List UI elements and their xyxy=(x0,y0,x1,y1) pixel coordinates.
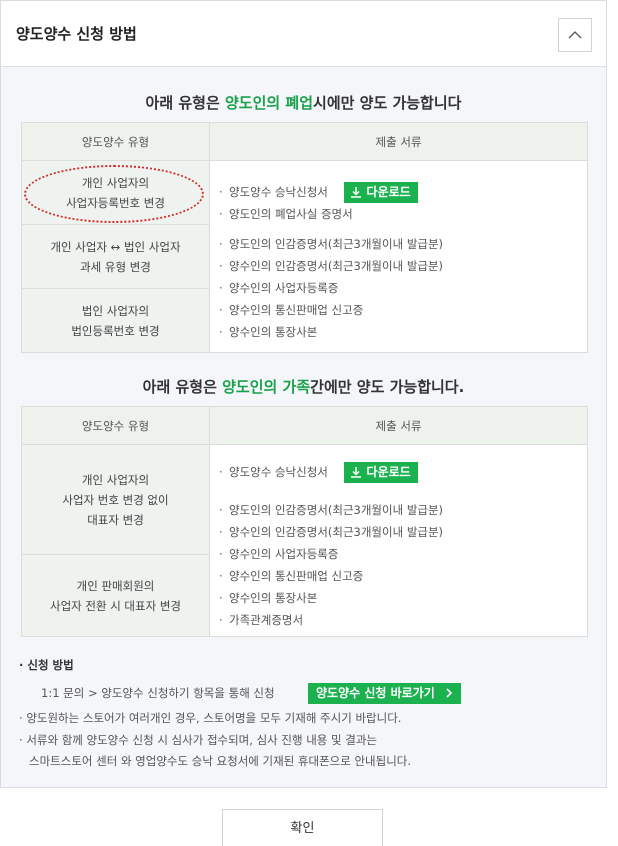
note-review-line2: 스마트스토어 센터 와 영업양수도 승낙 요청서에 기재된 휴대폰으로 안내됩니… xyxy=(29,754,412,768)
type-cell: 개인 사업자의 사업자 번호 변경 없이 대표자 변경 xyxy=(21,444,210,555)
download-icon xyxy=(350,466,361,478)
docs-cell: · 양도양수 승낙신청서 다운로드 · 양도인의 폐업사실 증명서 · 양도인의 인감… xyxy=(209,160,588,353)
application-panel: 양도양수 신청 방법 아래 유형은 양도인의 폐업시에만 양도 가능합니다 양도… xyxy=(0,0,607,788)
annotation-circle xyxy=(24,165,204,223)
section2-title-highlight: 양도인의 가족 xyxy=(222,378,311,396)
doc-item: · 양도인의 인감증명서(최근3개월이내 발급분) xyxy=(219,236,444,251)
doc-item: · 양도인의 인감증명서(최근3개월이내 발급분) xyxy=(219,502,444,517)
panel-header: 양도양수 신청 방법 xyxy=(1,1,606,67)
doc-item: · 양도인의 폐업사실 증명서 xyxy=(219,206,353,221)
column-header-docs: 제출 서류 xyxy=(209,122,588,161)
type-cell: 개인 사업자의 사업자등록번호 변경 xyxy=(21,160,210,225)
column-header-docs: 제출 서류 xyxy=(209,406,588,445)
section1-table: 양도양수 유형 제출 서류 개인 사업자의 사업자등록번호 변경 · 양도양수 승… xyxy=(21,122,588,353)
shortcut-button[interactable]: 양도양수 신청 바로가기 xyxy=(308,683,461,704)
doc-item: · 양수인의 통장사본 xyxy=(219,324,318,339)
method-path: 1:1 문의 > 양도양수 신청하기 항목을 통해 신청 xyxy=(41,686,275,700)
doc-item: · 가족관계증명서 xyxy=(219,612,304,627)
download-icon xyxy=(350,186,361,198)
section1-title: 아래 유형은 양도인의 폐업시에만 양도 가능합니다 xyxy=(145,94,462,112)
doc-item: · 양수인의 통신판매업 신고증 xyxy=(219,302,364,317)
note-multiple-stores: · 양도원하는 스토어가 여러개인 경우, 스토어명을 모두 기재해 주시기 바… xyxy=(19,711,402,725)
doc-item: · 양도양수 승낙신청서 다운로드 xyxy=(219,181,587,203)
doc-item: · 양도양수 승낙신청서 다운로드 xyxy=(219,461,587,483)
download-button[interactable]: 다운로드 xyxy=(343,461,418,483)
doc-item: · 양수인의 인감증명서(최근3개월이내 발급분) xyxy=(219,258,444,273)
confirm-button[interactable]: 확인 xyxy=(222,809,383,846)
column-header-type: 양도양수 유형 xyxy=(21,122,210,161)
chevron-right-icon xyxy=(446,688,453,698)
section2-table: 양도양수 유형 제출 서류 개인 사업자의 사업자 번호 변경 없이 대표자 변… xyxy=(21,406,588,637)
section1-title-highlight: 양도인의 폐업 xyxy=(224,94,314,112)
method-heading: · 신청 방법 xyxy=(19,658,74,672)
type-cell: 개인 판매회원의 사업자 전환 시 대표자 변경 xyxy=(21,554,210,637)
doc-item: · 양수인의 사업자등록증 xyxy=(219,280,339,295)
type-cell: 법인 사업자의 법인등록번호 변경 xyxy=(21,288,210,353)
doc-item: · 양수인의 인감증명서(최근3개월이내 발급분) xyxy=(219,524,444,539)
doc-item: · 양수인의 통신판매업 신고증 xyxy=(219,568,364,583)
doc-item: · 양수인의 통장사본 xyxy=(219,590,318,605)
doc-item: · 양수인의 사업자등록증 xyxy=(219,546,339,561)
download-button[interactable]: 다운로드 xyxy=(343,181,418,203)
note-review-line1: · 서류와 함께 양도양수 신청 시 심사가 접수되며, 심사 진행 내용 및 … xyxy=(19,733,377,747)
chevron-up-icon xyxy=(568,31,582,39)
section2-title: 아래 유형은 양도인의 가족간에만 양도 가능합니다. xyxy=(142,378,465,396)
collapse-button[interactable] xyxy=(558,18,592,52)
type-cell: 개인 사업자 ↔ 법인 사업자 과세 유형 변경 xyxy=(21,224,210,289)
column-header-type: 양도양수 유형 xyxy=(21,406,210,445)
docs-cell: · 양도양수 승낙신청서 다운로드 · 양도인의 인감증명서(최근3개월이내 발급분… xyxy=(209,444,588,637)
panel-title: 양도양수 신청 방법 xyxy=(16,25,137,43)
